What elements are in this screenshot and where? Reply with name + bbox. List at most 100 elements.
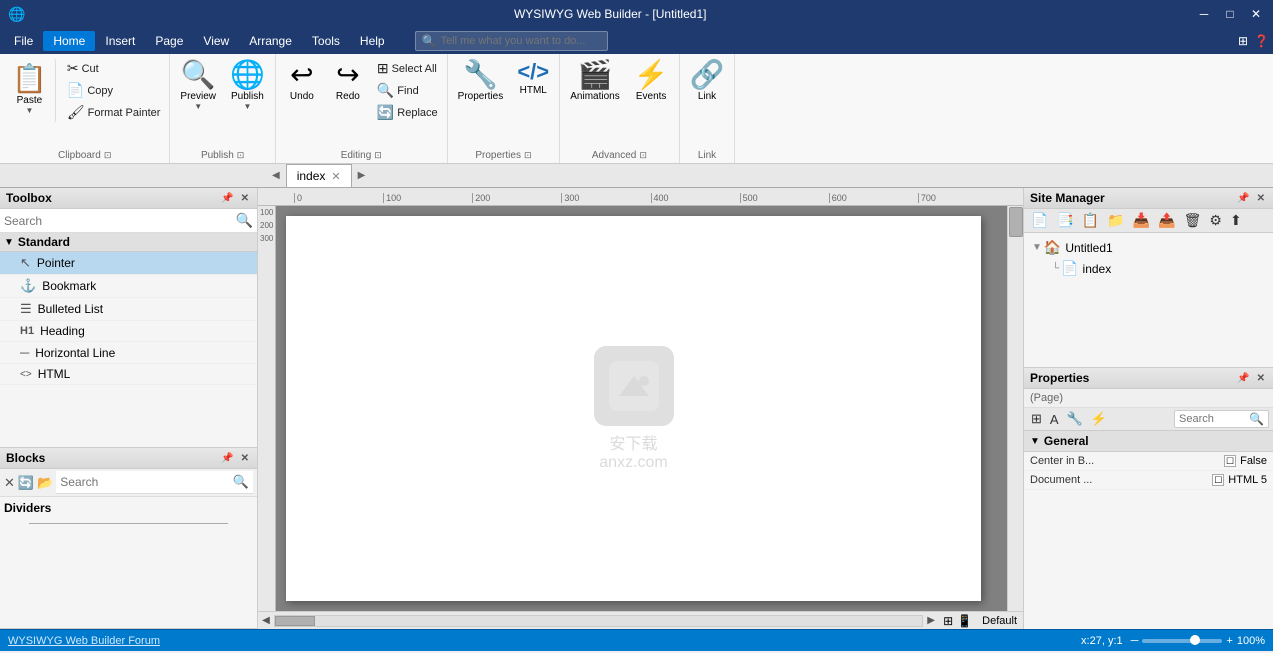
scrollbar-thumb-horizontal[interactable] (275, 616, 315, 626)
ruler-mark-0: 0 (294, 193, 383, 203)
restore-button[interactable]: □ (1221, 7, 1239, 21)
toolbox-category-standard[interactable]: ▼ Standard (0, 233, 257, 252)
properties-button[interactable]: 🔧 Properties (452, 58, 510, 105)
replace-button[interactable]: 🔄 Replace (372, 102, 443, 123)
prop-events-button[interactable]: ⚡ (1088, 410, 1110, 428)
prop-section-general[interactable]: ▼ General (1024, 431, 1273, 452)
preview-button[interactable]: 🔍 Preview ▼ (174, 58, 222, 114)
responsive-button[interactable]: 📱 (957, 614, 972, 628)
page-view-button[interactable]: ⊞ (943, 614, 953, 628)
blocks-delete-button[interactable]: ✕ (4, 475, 15, 491)
tab-close-button[interactable]: ✕ (331, 170, 340, 183)
site-manager-close-button[interactable]: ✕ (1255, 193, 1267, 204)
blocks-search-icon[interactable]: 🔍 (233, 474, 249, 490)
blocks-pin-button[interactable]: 📌 (219, 453, 235, 464)
find-button[interactable]: 🔍 Find (372, 80, 443, 101)
zoom-out-button[interactable]: ─ (1131, 635, 1139, 647)
zoom-thumb[interactable] (1190, 635, 1200, 645)
copy-button[interactable]: 📄 Copy (62, 80, 166, 101)
tab-prev-button[interactable]: ◀ (266, 166, 286, 185)
prop-checkbox-0[interactable]: ☐ (1224, 455, 1236, 467)
toolbox-item-horizontal-line[interactable]: ─ Horizontal Line (0, 342, 257, 364)
scroll-right-button[interactable]: ▶ (923, 615, 939, 626)
sm-template-button[interactable]: 📋 (1079, 211, 1102, 230)
toolbox-item-bulleted-list[interactable]: ☰ Bulleted List (0, 298, 257, 321)
clipboard-expander[interactable]: ⊡ (104, 150, 112, 161)
blocks-folder-button[interactable]: 📂 (37, 475, 53, 491)
prop-text-button[interactable]: A (1047, 411, 1062, 428)
properties-pin-button[interactable]: 📌 (1235, 373, 1251, 384)
menu-insert[interactable]: Insert (95, 31, 145, 51)
toolbox-item-heading[interactable]: H1 Heading (0, 321, 257, 342)
canvas-scrollbar-vertical[interactable] (1007, 206, 1023, 611)
scroll-left-button[interactable]: ◀ (258, 615, 274, 626)
menu-home[interactable]: Home (43, 31, 95, 51)
tab-next-button[interactable]: ▶ (352, 166, 372, 185)
blocks-close-button[interactable]: ✕ (239, 453, 251, 464)
site-manager-pin-button[interactable]: 📌 (1235, 193, 1251, 204)
sm-export-button[interactable]: 📤 (1155, 211, 1178, 230)
menu-arrange[interactable]: Arrange (239, 31, 302, 51)
editing-expander[interactable]: ⊡ (374, 150, 382, 161)
link-button[interactable]: 🔗 Link (684, 58, 731, 105)
menu-search-input[interactable] (441, 35, 601, 47)
publish-expander[interactable]: ⊡ (237, 150, 245, 161)
menu-tools[interactable]: Tools (302, 31, 350, 51)
sm-up-button[interactable]: ⬆ (1227, 211, 1245, 230)
toolbox-close-button[interactable]: ✕ (239, 193, 251, 204)
menu-help[interactable]: Help (350, 31, 395, 51)
tree-item-index[interactable]: └ 📄 index (1048, 258, 1269, 279)
help-icon[interactable]: ❓ (1254, 34, 1269, 48)
zoom-slider[interactable] (1142, 639, 1222, 643)
page-selector[interactable]: Default (976, 615, 1023, 627)
prop-checkbox-1[interactable]: ☐ (1212, 474, 1224, 486)
zoom-in-button[interactable]: + (1226, 635, 1232, 647)
forum-link[interactable]: WYSIWYG Web Builder Forum (8, 635, 160, 647)
sm-duplicate-button[interactable]: 📑 (1053, 211, 1076, 230)
html-button[interactable]: </> HTML (511, 58, 555, 99)
scrollbar-thumb-vertical[interactable] (1009, 207, 1023, 237)
paste-button[interactable]: 📋 Paste ▼ (4, 58, 56, 123)
properties-expander[interactable]: ⊡ (524, 150, 532, 161)
events-button[interactable]: ⚡ Events (628, 58, 675, 105)
format-painter-button[interactable]: 🖌 Format Painter (62, 102, 166, 123)
prop-search-input[interactable] (1179, 413, 1249, 425)
menu-page[interactable]: Page (145, 31, 193, 51)
close-button[interactable]: ✕ (1247, 7, 1265, 21)
prop-appearance-button[interactable]: 🔧 (1064, 410, 1086, 428)
menu-file[interactable]: File (4, 31, 43, 51)
toolbox-item-pointer[interactable]: ↖ Pointer (0, 252, 257, 275)
sm-new-page-button[interactable]: 📄 (1028, 211, 1051, 230)
tree-item-site[interactable]: ▼ 🏠 Untitled1 (1028, 237, 1269, 258)
canvas-content[interactable]: 安下载anxz.com (276, 206, 1007, 611)
sm-delete-button[interactable]: 🗑 (1181, 211, 1205, 230)
publish-button[interactable]: 🌐 Publish ▼ (224, 58, 271, 114)
sm-import-button[interactable]: 📥 (1130, 211, 1153, 230)
properties-close-button[interactable]: ✕ (1255, 373, 1267, 384)
toolbar-toggle[interactable]: ⊞ (1238, 34, 1248, 48)
blocks-refresh-button[interactable]: 🔄 (18, 475, 34, 491)
toolbox-search-input[interactable] (4, 214, 236, 228)
prop-layout-button[interactable]: ⊞ (1028, 410, 1045, 428)
blocks-search-input[interactable] (60, 475, 233, 489)
redo-button[interactable]: ↪ Redo (326, 58, 370, 105)
prop-search-icon[interactable]: 🔍 (1249, 412, 1264, 426)
scrollbar-horizontal[interactable] (274, 615, 923, 627)
select-all-button[interactable]: ⊞ Select All (372, 58, 443, 79)
toolbox-pin-button[interactable]: 📌 (219, 193, 235, 204)
menu-view[interactable]: View (193, 31, 239, 51)
sm-folder-button[interactable]: 📁 (1104, 211, 1127, 230)
toolbox-item-bookmark[interactable]: ⚓ Bookmark (0, 275, 257, 298)
sm-settings-button[interactable]: ⚙ (1206, 211, 1225, 230)
undo-button[interactable]: ↩ Undo (280, 58, 324, 105)
animations-button[interactable]: 🎬 Animations (564, 58, 625, 105)
publish-label: Publish (231, 91, 264, 102)
advanced-expander[interactable]: ⊡ (639, 150, 647, 161)
cut-button[interactable]: ✂ Cut (62, 58, 166, 79)
toolbox-search-icon[interactable]: 🔍 (236, 212, 253, 229)
minimize-button[interactable]: ─ (1195, 7, 1213, 21)
html-icon: <> (20, 369, 32, 380)
ruler-mark-200: 200 (472, 193, 561, 203)
doc-tab-index[interactable]: index ✕ (286, 164, 352, 187)
toolbox-item-html[interactable]: <> HTML (0, 364, 257, 385)
